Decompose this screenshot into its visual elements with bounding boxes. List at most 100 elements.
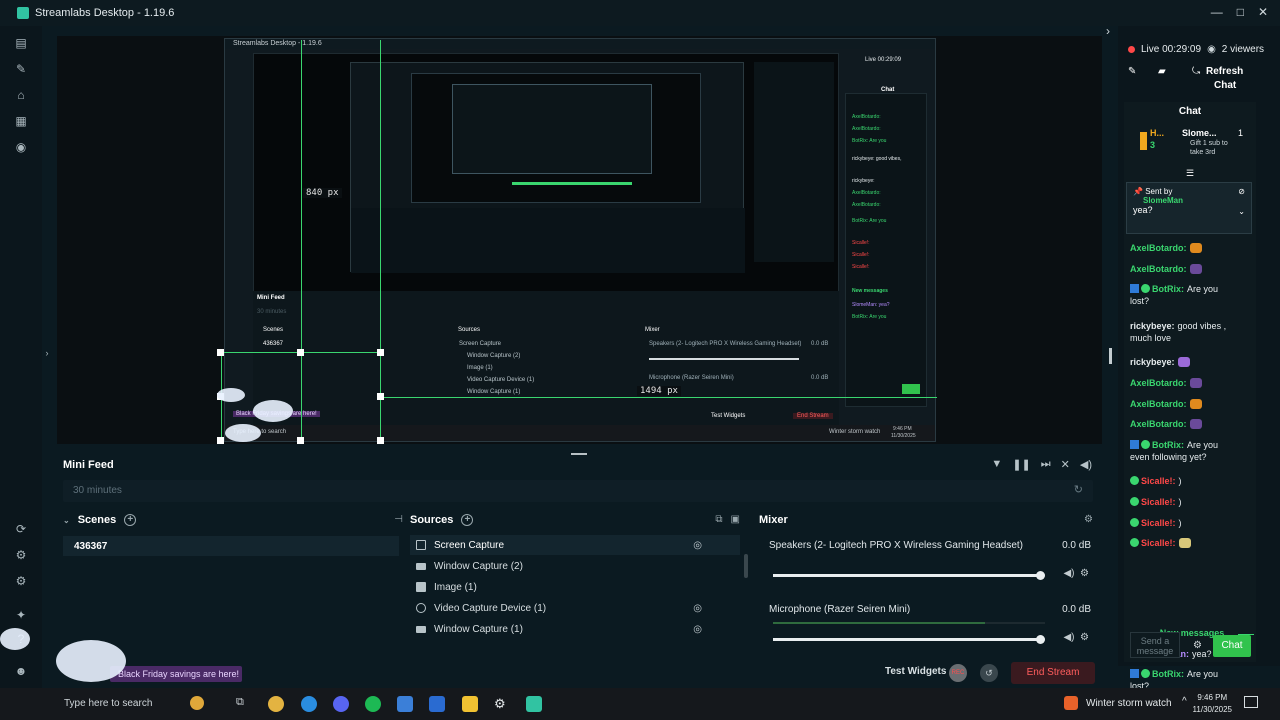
resize-handle-mr[interactable] <box>377 393 384 400</box>
settings-icon[interactable]: ⚙ <box>14 574 28 588</box>
end-stream-button[interactable]: End Stream <box>1011 662 1095 684</box>
pause-icon[interactable]: ❚❚ <box>1012 458 1030 471</box>
chrome-icon[interactable] <box>268 696 284 712</box>
popout-icon[interactable]: ▰ <box>1158 66 1166 77</box>
chat-settings-icon[interactable]: ⚙ <box>1193 640 1202 651</box>
visibility-icon[interactable]: ◎ <box>693 603 702 614</box>
source-folder-icon[interactable]: ▣ <box>731 514 740 525</box>
mute-icon[interactable]: ◀) <box>1063 632 1074 643</box>
chat-username[interactable]: rickybeye: <box>1130 321 1175 331</box>
visibility-icon[interactable]: ◎ <box>693 540 702 551</box>
volume-slider-knob[interactable] <box>1035 635 1045 644</box>
mute-alerts-icon[interactable]: ✕ <box>1061 458 1070 471</box>
mixer-settings-icon[interactable]: ⚙ <box>1084 514 1093 525</box>
editor-icon[interactable]: ▤ <box>14 36 28 50</box>
add-scene-button[interactable]: + <box>124 514 137 526</box>
themes-icon[interactable]: ✎ <box>14 62 28 76</box>
chat-username[interactable]: Sicalle!: <box>1141 518 1176 528</box>
tray-chevron-icon[interactable]: ^ <box>1182 696 1187 707</box>
refresh-chat-icon[interactable]: ⤿ <box>1192 66 1200 77</box>
channel-settings-icon[interactable]: ⚙ <box>1080 568 1089 579</box>
scene-collections-icon[interactable]: ⊣ <box>394 514 403 525</box>
stream-preview[interactable]: Streamlabs Desktop - 1.19.6 Mini Feed 30… <box>57 36 1102 444</box>
alertbox-icon[interactable]: ▦ <box>14 114 28 128</box>
chat-username[interactable]: Sicalle!: <box>1141 538 1176 548</box>
source-row[interactable]: Window Capture (2) <box>410 556 740 576</box>
collapse-chat-icon[interactable]: › <box>1106 24 1110 38</box>
channel-settings-icon[interactable]: ⚙ <box>1080 632 1089 643</box>
chat-username[interactable]: AxelBotardo: <box>1130 243 1187 253</box>
file-explorer-icon[interactable] <box>462 696 478 712</box>
menu-icon[interactable]: ☰ <box>1186 168 1194 179</box>
test-widgets-button[interactable]: Test Widgets <box>885 666 946 677</box>
scene-item[interactable]: 436367 <box>63 536 399 556</box>
filter-icon[interactable]: ▼ <box>991 458 1002 471</box>
chat-username[interactable]: BotRix: <box>1152 284 1184 294</box>
close-button[interactable]: ✕ <box>1258 5 1268 19</box>
store-icon[interactable]: ⌂ <box>14 88 28 102</box>
chat-username[interactable]: AxelBotardo: <box>1130 264 1187 274</box>
source-row[interactable]: Screen Capture ◎ <box>410 535 740 555</box>
chat-username[interactable]: AxelBotardo: <box>1130 378 1187 388</box>
visibility-icon[interactable]: ◎ <box>693 624 702 635</box>
sources-scrollbar[interactable] <box>744 554 748 578</box>
resize-handle-bl[interactable] <box>217 437 224 444</box>
chat-username[interactable]: Sicalle!: <box>1141 476 1176 486</box>
mail-icon[interactable] <box>429 696 445 712</box>
add-source-button[interactable]: + <box>461 514 474 526</box>
resize-handle-br[interactable] <box>377 437 384 444</box>
expand-left-icon[interactable]: › <box>40 346 54 360</box>
discord-icon[interactable] <box>333 696 349 712</box>
chat-username[interactable]: BotRix: <box>1152 440 1184 450</box>
edge-icon[interactable] <box>301 696 317 712</box>
chat-username[interactable]: BotRix: <box>1152 669 1184 679</box>
refresh-chat-label[interactable]: Refresh <box>1206 66 1243 77</box>
layout-icon[interactable]: ⚙ <box>14 548 28 562</box>
volume-slider-knob[interactable] <box>1035 571 1045 580</box>
maximize-button[interactable]: □ <box>1237 5 1244 19</box>
highlighter-icon[interactable]: ✦ <box>14 608 28 622</box>
refresh-icon[interactable]: ↻ <box>1074 483 1083 496</box>
notifications-icon[interactable] <box>1244 696 1258 708</box>
edit-icon[interactable]: ✎ <box>1128 66 1136 77</box>
resize-handle-tr[interactable] <box>377 349 384 356</box>
collapse-icon[interactable]: ⌄ <box>63 516 70 525</box>
store-app-icon[interactable] <box>397 696 413 712</box>
mute-icon[interactable]: ◀) <box>1063 568 1074 579</box>
record-button[interactable]: REC <box>949 664 967 682</box>
chat-username[interactable]: Sicalle!: <box>1141 497 1176 507</box>
skip-icon[interactable]: ⏭ <box>1041 458 1051 471</box>
chat-username[interactable]: AxelBotardo: <box>1130 399 1187 409</box>
spotify-icon[interactable] <box>365 696 381 712</box>
taskbar-clock[interactable]: 9:46 PM 11/30/2025 <box>1193 692 1232 716</box>
dashboard-icon[interactable]: ◉ <box>14 140 28 154</box>
chat-username[interactable]: rickybeye: <box>1130 357 1175 367</box>
expand-pinned-icon[interactable]: ⌄ <box>1238 207 1245 216</box>
source-row[interactable]: Video Capture Device (1) ◎ <box>410 598 740 618</box>
source-row[interactable]: Image (1) <box>410 577 740 597</box>
unpin-icon[interactable]: ⊘ <box>1238 187 1245 196</box>
resize-handle-bm[interactable] <box>297 437 304 444</box>
mini-feed-filter[interactable]: 30 minutes ↻ <box>63 480 1093 502</box>
refresh-chat-label-2[interactable]: Chat <box>1214 80 1236 91</box>
resize-handle-tm[interactable] <box>297 349 304 356</box>
profile-icon[interactable]: ☻ <box>14 664 28 678</box>
send-chat-button[interactable]: Chat <box>1213 635 1251 657</box>
volume-slider[interactable] <box>773 571 1045 580</box>
task-view-icon[interactable]: ⧉ <box>236 696 252 712</box>
minimize-button[interactable]: — <box>1211 5 1223 19</box>
source-group-icon[interactable]: ⧉ <box>715 514 722 525</box>
chat-username[interactable]: AxelBotardo: <box>1130 419 1187 429</box>
streamlabs-taskbar-icon[interactable] <box>526 696 542 712</box>
volume-icon[interactable]: ◀) <box>1080 458 1092 471</box>
sparkle-icon[interactable] <box>190 696 204 710</box>
chat-resize-handle[interactable] <box>1109 348 1112 364</box>
studio-mode-icon[interactable]: ⟳ <box>14 522 28 536</box>
promo-banner[interactable]: Black Friday savings are here! <box>110 666 242 682</box>
weather-text[interactable]: Winter storm watch <box>1086 698 1172 709</box>
replay-buffer-icon[interactable]: ↺ <box>980 664 998 682</box>
volume-slider[interactable] <box>773 635 1045 644</box>
settings-app-icon[interactable]: ⚙ <box>494 696 510 712</box>
send-message-input[interactable]: Send a message <box>1130 632 1180 658</box>
resize-handle-tl[interactable] <box>217 349 224 356</box>
